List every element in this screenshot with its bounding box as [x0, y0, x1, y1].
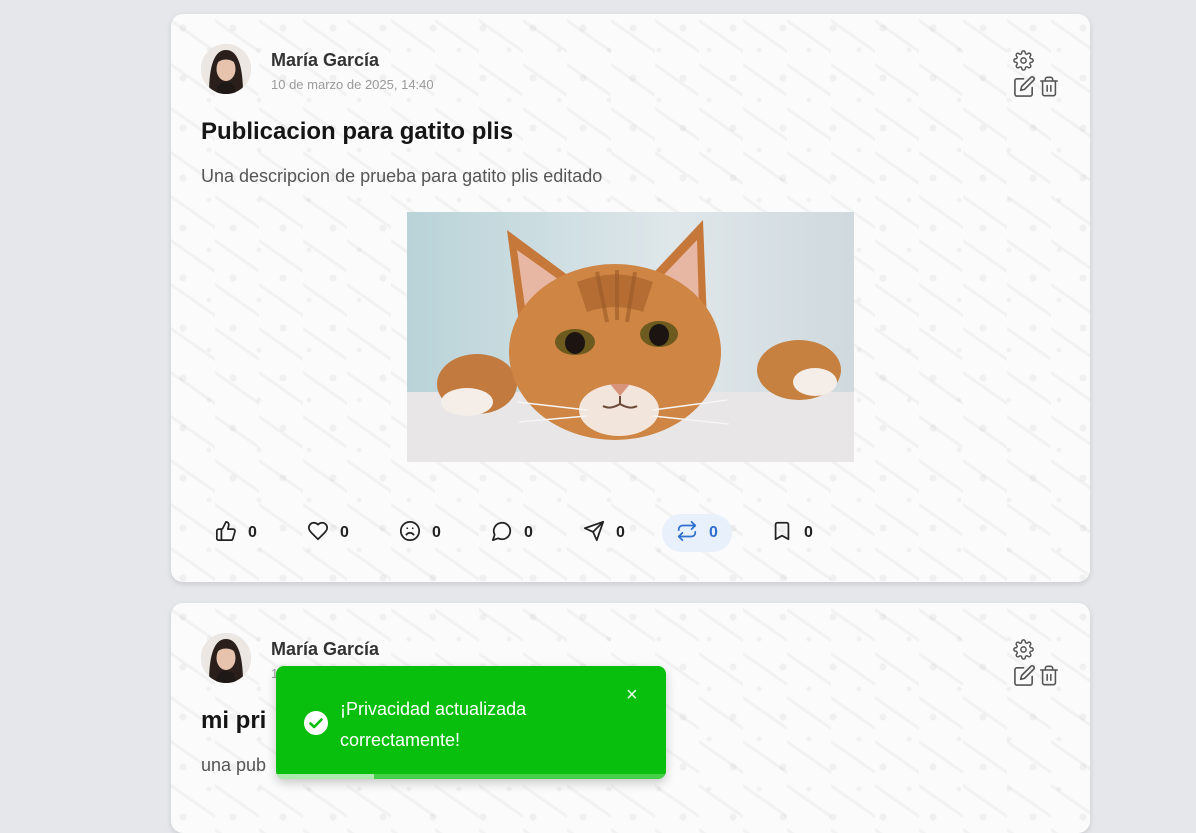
- author-name[interactable]: María García: [271, 50, 379, 71]
- post-description: Una descripcion de prueba para gatito pl…: [201, 166, 603, 186]
- comment-icon: [491, 520, 513, 547]
- toast-notification: ¡Privacidad actualizada correctamente! ×: [276, 666, 666, 779]
- sad-button[interactable]: 0: [385, 514, 455, 552]
- post-date: 10 de marzo de 2025, 14:40: [271, 77, 434, 92]
- close-icon[interactable]: ×: [626, 684, 638, 707]
- share-count: 0: [616, 524, 625, 541]
- like-count: 0: [248, 524, 257, 541]
- edit-icon[interactable]: [1013, 75, 1036, 103]
- post-description: una pub: [201, 755, 267, 775]
- comment-count: 0: [524, 524, 533, 541]
- gear-icon[interactable]: [1013, 50, 1034, 76]
- post-title: Publicacion para gatito plis: [201, 118, 514, 145]
- toast-progress-track: [276, 774, 666, 779]
- comment-button[interactable]: 0: [477, 514, 547, 552]
- share-button[interactable]: 0: [569, 514, 639, 552]
- avatar[interactable]: [201, 44, 251, 94]
- post-card: María García 10 de marzo de 2025, 14:40 …: [171, 14, 1090, 582]
- post-title: mi pri: [201, 707, 267, 734]
- repost-button[interactable]: 0: [662, 514, 732, 552]
- post-options: [1011, 639, 1061, 689]
- post-image[interactable]: [407, 212, 854, 462]
- post-options: [1011, 50, 1061, 100]
- toast-progress-bar: [276, 774, 374, 779]
- check-circle-icon: [304, 711, 328, 740]
- bookmark-button[interactable]: 0: [757, 514, 827, 552]
- love-count: 0: [340, 524, 349, 541]
- trash-icon[interactable]: [1038, 75, 1060, 103]
- author-name[interactable]: María García: [271, 639, 379, 660]
- avatar[interactable]: [201, 633, 251, 683]
- bookmark-count: 0: [804, 524, 813, 541]
- thumbs-up-icon: [215, 520, 237, 547]
- repost-count: 0: [709, 524, 718, 541]
- sad-count: 0: [432, 524, 441, 541]
- trash-icon[interactable]: [1038, 664, 1060, 692]
- sad-face-icon: [399, 520, 421, 547]
- toast-message: ¡Privacidad actualizada correctamente!: [340, 699, 527, 750]
- like-button[interactable]: 0: [201, 514, 271, 552]
- bookmark-icon: [771, 520, 793, 547]
- repost-icon: [676, 520, 698, 547]
- gear-icon[interactable]: [1013, 639, 1034, 665]
- heart-icon: [307, 520, 329, 547]
- love-button[interactable]: 0: [293, 514, 363, 552]
- send-icon: [583, 520, 605, 547]
- edit-icon[interactable]: [1013, 664, 1036, 692]
